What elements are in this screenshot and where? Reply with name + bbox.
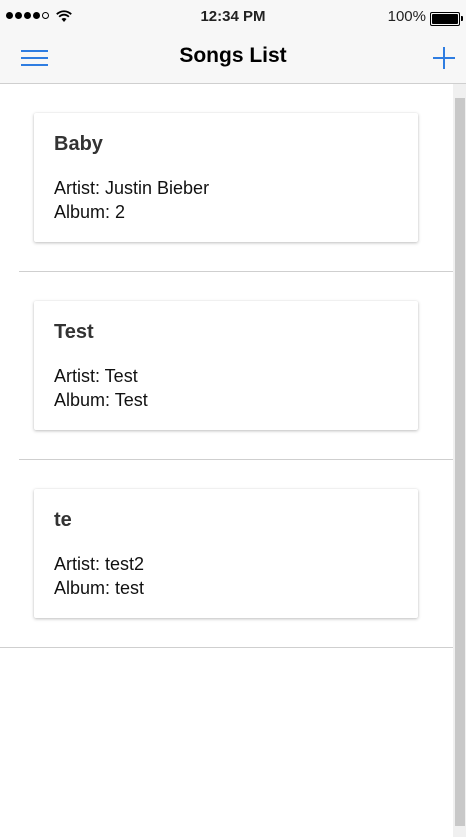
song-album: Album: Test [54,390,148,410]
battery-icon [430,12,463,26]
song-card[interactable]: te Artist: test2 Album: test [34,489,418,618]
song-artist: Artist: Justin Bieber [54,178,210,198]
list-item: Test Artist: Test Album: Test [0,272,453,460]
page-title: Songs List [179,44,287,67]
song-title: te [54,509,72,531]
divider [0,647,453,648]
songs-list[interactable]: Baby Artist: Justin Bieber Album: 2 Test… [0,84,453,837]
song-artist: Artist: Test [54,366,138,386]
list-item: te Artist: test2 Album: test [0,460,453,648]
scrollbar[interactable] [453,84,466,837]
scrollbar-thumb[interactable] [455,98,465,826]
song-title: Test [54,321,94,343]
song-artist: Artist: test2 [54,554,145,574]
status-bar: 12:34 PM 100% [0,0,466,34]
song-card[interactable]: Test Artist: Test Album: Test [34,301,418,430]
list-item: Baby Artist: Justin Bieber Album: 2 [0,84,453,272]
add-song-button[interactable] [430,44,458,72]
song-title: Baby [54,133,103,155]
battery-percent: 100% [387,8,426,25]
song-album: Album: 2 [54,202,126,222]
song-card[interactable]: Baby Artist: Justin Bieber Album: 2 [34,113,418,242]
song-album: Album: test [54,578,145,598]
navigation-bar: Songs List [0,34,466,84]
